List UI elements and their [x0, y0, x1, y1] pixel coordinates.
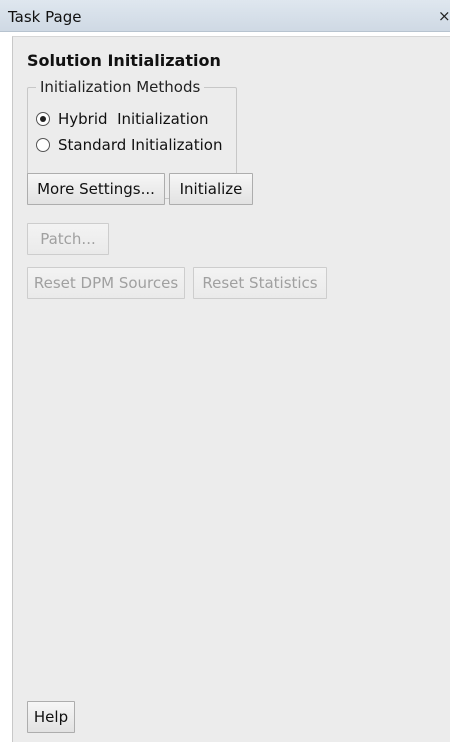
reset-statistics-button[interactable]: Reset Statistics	[193, 267, 327, 299]
radio-button-selected[interactable]	[36, 112, 50, 126]
more-settings-button[interactable]: More Settings...	[27, 173, 165, 205]
task-page-window: Task Page × Solution Initialization Init…	[0, 0, 450, 747]
reset-dpm-sources-button[interactable]: Reset DPM Sources	[27, 267, 185, 299]
initialize-button[interactable]: Initialize	[169, 173, 253, 205]
help-button[interactable]: Help	[27, 701, 75, 733]
title-bar: Task Page ×	[0, 0, 450, 32]
radio-label: Standard Initialization	[58, 136, 223, 154]
window-title: Task Page	[8, 8, 82, 26]
close-icon[interactable]: ×	[438, 7, 450, 25]
section-heading: Solution Initialization	[27, 51, 221, 70]
patch-button[interactable]: Patch...	[27, 223, 109, 255]
hybrid-initialization-option[interactable]: Hybrid Initialization	[36, 110, 209, 128]
radio-label: Hybrid Initialization	[58, 110, 209, 128]
radio-button[interactable]	[36, 138, 50, 152]
group-legend: Initialization Methods	[36, 78, 205, 96]
standard-initialization-option[interactable]: Standard Initialization	[36, 136, 222, 154]
solution-initialization-panel: Solution Initialization Initialization M…	[12, 36, 450, 742]
